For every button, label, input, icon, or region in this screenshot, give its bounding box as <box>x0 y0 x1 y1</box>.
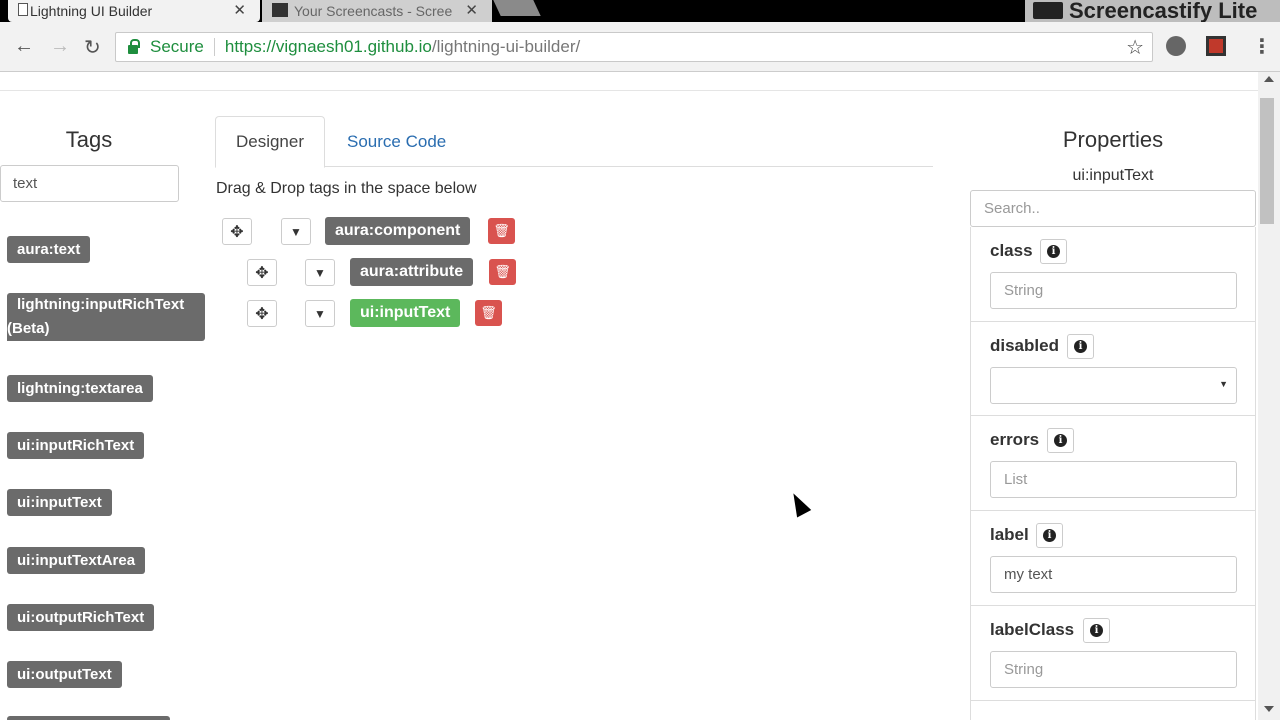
properties-search-input[interactable]: Search.. <box>970 190 1256 227</box>
tree-node-label-selected[interactable]: ui:inputText <box>350 299 461 327</box>
tab-designer[interactable]: Designer <box>215 116 325 168</box>
tag-item[interactable]: lightning:inputRichText (Beta) <box>7 293 205 341</box>
back-arrow-icon[interactable]: ← <box>14 35 34 58</box>
tag-item[interactable]: ui:inputTextArea <box>7 547 146 574</box>
screencastify-label: Screencastify Lite <box>1069 0 1258 23</box>
film-icon <box>1033 2 1063 19</box>
properties-title: Properties <box>1062 127 1164 152</box>
chevron-down-icon[interactable]: ▼ <box>305 300 335 327</box>
browser-tab-strip: Lightning UI Builder ✕ Your Screencasts … <box>0 0 1280 22</box>
move-icon[interactable]: ✥ <box>222 218 252 245</box>
tab-source-code[interactable]: Source Code <box>347 116 446 167</box>
property-disabled: disabled i <box>971 322 1255 416</box>
trash-icon[interactable]: 🗑 <box>489 259 516 285</box>
url-host: https://vignaesh01.github.io <box>224 37 432 56</box>
tag-item-label-beta: (Beta) <box>7 317 58 341</box>
tag-item[interactable]: ui:inputRichText <box>7 432 145 459</box>
tag-item-partial[interactable] <box>7 716 170 720</box>
mouse-cursor-icon <box>788 491 810 517</box>
screencastify-tab-icon <box>272 3 288 17</box>
chevron-down-icon[interactable]: ▼ <box>305 259 335 286</box>
kebab-menu-icon[interactable]: ⋮ <box>1252 34 1272 59</box>
tag-item[interactable]: ui:inputText <box>7 489 112 516</box>
top-strip <box>0 72 1258 91</box>
info-icon[interactable]: i <box>1047 428 1074 453</box>
screencastify-extension-icon[interactable] <box>1206 36 1226 56</box>
property-name: labelClass <box>990 620 1075 639</box>
chevron-down-icon[interactable]: ▼ <box>281 218 311 245</box>
browser-toolbar: ← → ↻ Secure https://vignaesh01.github.i… <box>0 22 1280 72</box>
star-icon[interactable]: ☆ <box>1126 35 1144 60</box>
reload-icon[interactable]: ↻ <box>84 35 101 60</box>
tag-item[interactable]: ui:outputRichText <box>7 604 155 631</box>
tags-title: Tags <box>65 127 113 152</box>
property-name: disabled <box>990 336 1059 355</box>
page: Tags aura:text lightning:inputRichText (… <box>0 72 1258 720</box>
move-icon[interactable]: ✥ <box>247 300 277 327</box>
page-icon <box>18 3 28 16</box>
property-errors: errors i List <box>971 416 1255 511</box>
scrollbar-thumb[interactable] <box>1260 98 1274 224</box>
tag-item-label: lightning:inputRichText <box>17 296 185 313</box>
trash-icon[interactable]: 🗑 <box>488 218 515 244</box>
screencastify-banner: Screencastify Lite <box>1025 0 1280 22</box>
close-tab-icon[interactable]: ✕ <box>233 1 246 19</box>
property-input[interactable]: List <box>990 461 1237 498</box>
address-bar[interactable]: Secure https://vignaesh01.github.io/ligh… <box>115 32 1153 62</box>
property-input[interactable]: my text <box>990 556 1237 593</box>
info-icon[interactable]: i <box>1067 334 1094 359</box>
extension-icon[interactable] <box>1166 36 1186 56</box>
tags-search-input[interactable] <box>0 165 179 202</box>
property-name: class <box>990 241 1033 260</box>
close-tab-icon[interactable]: ✕ <box>465 1 478 19</box>
property-class: class i String <box>971 227 1255 322</box>
scroll-up-icon[interactable] <box>1264 76 1274 82</box>
property-name: errors <box>990 430 1040 449</box>
property-list: class i String disabled i errors i List … <box>970 227 1256 720</box>
move-icon[interactable]: ✥ <box>247 259 277 286</box>
scroll-down-icon[interactable] <box>1264 706 1274 712</box>
selected-component-name: ui:inputText <box>1072 167 1154 184</box>
browser-tab-active[interactable]: Lightning UI Builder ✕ <box>8 0 260 22</box>
forward-arrow-icon[interactable]: → <box>50 35 70 58</box>
tag-item[interactable]: lightning:textarea <box>7 375 153 402</box>
info-icon[interactable]: i <box>1083 618 1110 643</box>
property-input[interactable]: String <box>990 651 1237 688</box>
designer-tabs: Designer Source Code <box>215 116 933 168</box>
tree-node-label[interactable]: aura:component <box>325 217 471 245</box>
property-input[interactable]: String <box>990 272 1237 309</box>
info-icon[interactable]: i <box>1040 239 1067 264</box>
page-scrollbar[interactable] <box>1258 72 1280 720</box>
secure-label: Secure <box>150 37 204 56</box>
tag-item[interactable]: aura:text <box>7 236 91 263</box>
info-icon[interactable]: i <box>1036 523 1063 548</box>
browser-tab-title: Lightning UI Builder <box>30 3 153 19</box>
drag-drop-hint: Drag & Drop tags in the space below <box>216 180 477 197</box>
browser-tab-inactive[interactable]: Your Screencasts - Scree ✕ <box>262 0 492 22</box>
new-tab-button[interactable] <box>493 0 541 16</box>
tag-item[interactable]: ui:outputText <box>7 661 122 688</box>
property-label: label i my text <box>971 511 1255 606</box>
divider <box>213 38 215 56</box>
property-labelClass: labelClass i String <box>971 606 1255 701</box>
tree-node-label[interactable]: aura:attribute <box>350 258 474 286</box>
url-path: /lightning-ui-builder/ <box>431 37 581 56</box>
property-name: label <box>990 525 1029 544</box>
property-select[interactable] <box>990 367 1237 404</box>
lock-icon <box>128 38 140 54</box>
browser-tab-title: Your Screencasts - Scree <box>294 3 453 19</box>
trash-icon[interactable]: 🗑 <box>475 300 502 326</box>
